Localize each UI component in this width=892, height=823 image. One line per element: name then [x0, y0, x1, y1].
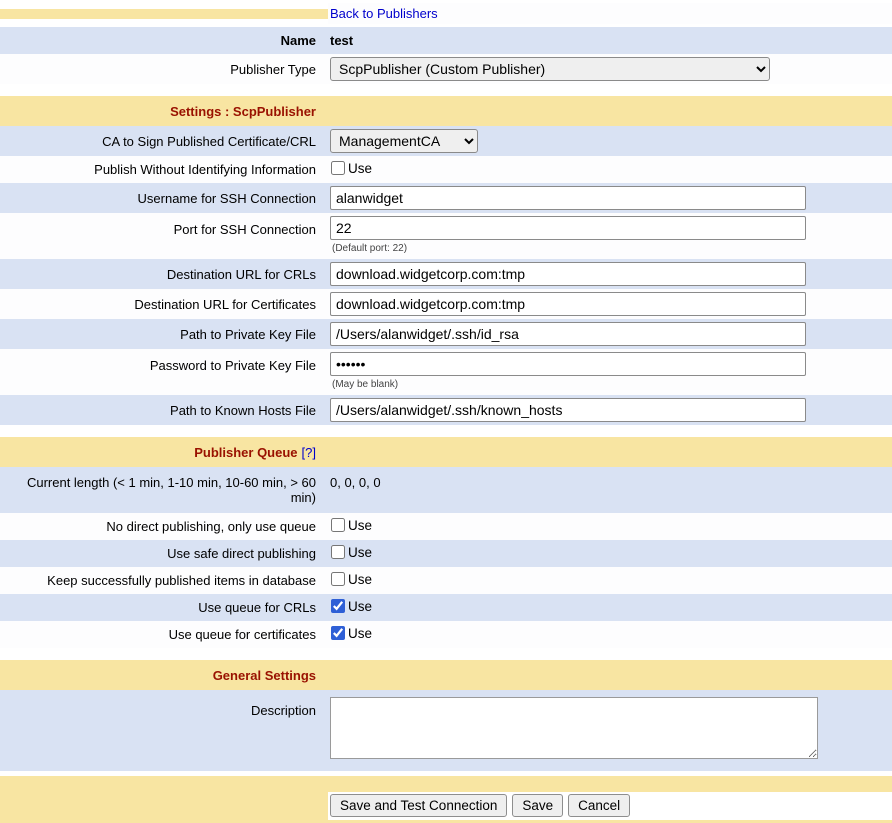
publisher-type-row: Publisher Type ScpPublisher (Custom Publ… — [0, 54, 892, 84]
anonymize-row: Publish Without Identifying Information … — [0, 156, 892, 183]
publisher-type-select[interactable]: ScpPublisher (Custom Publisher) — [330, 57, 770, 81]
general-header-row: General Settings — [0, 660, 892, 690]
port-input[interactable] — [330, 216, 806, 240]
edit-publisher-page: Back to Publishers Name test Publisher T… — [0, 0, 892, 823]
anonymize-label: Publish Without Identifying Information — [94, 162, 316, 177]
safe-direct-row: Use safe direct publishing Use — [0, 540, 892, 567]
queue-certs-label: Use queue for certificates — [169, 627, 316, 642]
footer-left-spacer — [0, 792, 328, 820]
username-row: Username for SSH Connection — [0, 183, 892, 213]
name-row: Name test — [0, 27, 892, 54]
safe-direct-checkbox-wrap[interactable]: Use — [330, 545, 372, 560]
keep-published-label: Keep successfully published items in dat… — [47, 573, 316, 588]
save-and-test-button[interactable]: Save and Test Connection — [330, 794, 507, 817]
anonymize-checkbox[interactable] — [331, 161, 345, 175]
private-key-path-input[interactable] — [330, 322, 806, 346]
settings-header-spacer — [328, 108, 892, 114]
settings-header-row: Settings : ScpPublisher — [0, 96, 892, 126]
ca-select[interactable]: ManagementCA — [330, 129, 478, 153]
private-key-path-label: Path to Private Key File — [180, 327, 316, 342]
settings-section-title: Settings : ScpPublisher — [170, 104, 316, 119]
username-input[interactable] — [330, 186, 806, 210]
anonymize-checkbox-label: Use — [348, 161, 372, 176]
description-row: Description — [0, 690, 892, 771]
private-key-password-input[interactable] — [330, 352, 806, 376]
general-section: General Settings Description — [0, 660, 892, 771]
cert-url-label: Destination URL for Certificates — [134, 297, 316, 312]
known-hosts-row: Path to Known Hosts File — [0, 395, 892, 425]
footer-buttons: Save and Test ConnectionSaveCancel — [328, 792, 892, 820]
queue-crls-checkbox[interactable] — [331, 599, 345, 613]
ca-label: CA to Sign Published Certificate/CRL — [102, 134, 316, 149]
settings-section: Settings : ScpPublisher CA to Sign Publi… — [0, 96, 892, 425]
known-hosts-label: Path to Known Hosts File — [170, 403, 316, 418]
save-button[interactable]: Save — [512, 794, 563, 817]
ca-row: CA to Sign Published Certificate/CRL Man… — [0, 126, 892, 156]
back-link-row: Back to Publishers — [0, 0, 892, 27]
safe-direct-checkbox-label: Use — [348, 545, 372, 560]
private-key-password-row: Password to Private Key File (May be bla… — [0, 349, 892, 395]
crl-url-label: Destination URL for CRLs — [167, 267, 316, 282]
cancel-button[interactable]: Cancel — [568, 794, 630, 817]
private-key-password-label: Password to Private Key File — [150, 358, 316, 373]
queue-certs-checkbox[interactable] — [331, 626, 345, 640]
keep-published-checkbox-wrap[interactable]: Use — [330, 572, 372, 587]
queue-section: Publisher Queue [?] Current length (< 1 m… — [0, 437, 892, 648]
publisher-type-label: Publisher Type — [230, 62, 316, 77]
anonymize-checkbox-wrap[interactable]: Use — [330, 161, 372, 176]
crl-url-row: Destination URL for CRLs — [0, 259, 892, 289]
queue-crls-row: Use queue for CRLs Use — [0, 594, 892, 621]
username-label: Username for SSH Connection — [138, 191, 316, 206]
top-left-spacer — [0, 9, 328, 19]
top-section: Back to Publishers Name test Publisher T… — [0, 0, 892, 84]
port-hint: (Default port: 22) — [332, 243, 888, 254]
only-queue-row: No direct publishing, only use queue Use — [0, 513, 892, 540]
only-queue-label: No direct publishing, only use queue — [106, 519, 316, 534]
queue-crls-checkbox-wrap[interactable]: Use — [330, 599, 372, 614]
known-hosts-input[interactable] — [330, 398, 806, 422]
private-key-path-row: Path to Private Key File — [0, 319, 892, 349]
only-queue-checkbox-label: Use — [348, 518, 372, 533]
queue-help-link[interactable]: [?] — [302, 445, 316, 460]
queue-header-spacer — [328, 449, 892, 455]
safe-direct-label: Use safe direct publishing — [167, 546, 316, 561]
queue-section-title: Publisher Queue — [194, 445, 297, 460]
footer-bar: Save and Test ConnectionSaveCancel — [0, 776, 892, 823]
keep-published-row: Keep successfully published items in dat… — [0, 567, 892, 594]
general-header-spacer — [328, 672, 892, 678]
port-row: Port for SSH Connection (Default port: 2… — [0, 213, 892, 259]
keep-published-checkbox[interactable] — [331, 572, 345, 586]
private-key-password-hint: (May be blank) — [332, 379, 888, 390]
name-label: Name — [281, 33, 316, 48]
queue-certs-row: Use queue for certificates Use — [0, 621, 892, 648]
port-label: Port for SSH Connection — [174, 222, 316, 237]
description-textarea[interactable] — [330, 697, 818, 759]
back-to-publishers-link[interactable]: Back to Publishers — [330, 6, 438, 21]
crl-url-input[interactable] — [330, 262, 806, 286]
queue-length-label: Current length (< 1 min, 1-10 min, 10-60… — [27, 475, 316, 505]
description-label: Description — [251, 703, 316, 718]
safe-direct-checkbox[interactable] — [331, 545, 345, 559]
queue-crls-label: Use queue for CRLs — [198, 600, 316, 615]
queue-certs-checkbox-wrap[interactable]: Use — [330, 626, 372, 641]
queue-length-row: Current length (< 1 min, 1-10 min, 10-60… — [0, 467, 892, 513]
keep-published-checkbox-label: Use — [348, 572, 372, 587]
cert-url-row: Destination URL for Certificates — [0, 289, 892, 319]
queue-length-value: 0, 0, 0, 0 — [330, 475, 381, 490]
only-queue-checkbox[interactable] — [331, 518, 345, 532]
name-value: test — [330, 33, 353, 48]
queue-header-row: Publisher Queue [?] — [0, 437, 892, 467]
queue-certs-checkbox-label: Use — [348, 626, 372, 641]
queue-crls-checkbox-label: Use — [348, 599, 372, 614]
general-section-title: General Settings — [213, 668, 316, 683]
only-queue-checkbox-wrap[interactable]: Use — [330, 518, 372, 533]
cert-url-input[interactable] — [330, 292, 806, 316]
